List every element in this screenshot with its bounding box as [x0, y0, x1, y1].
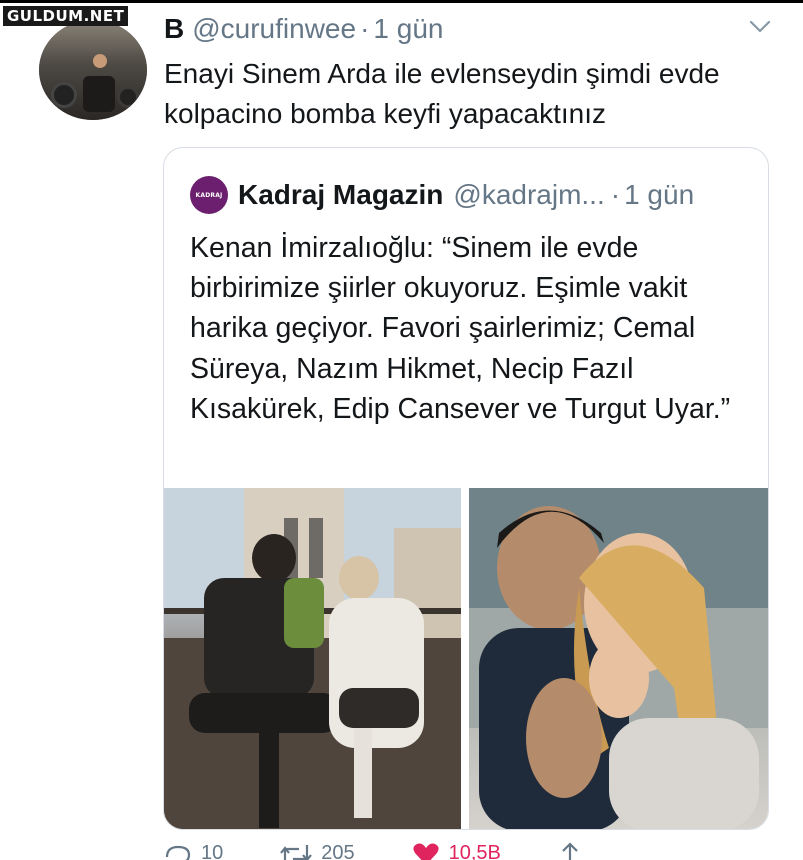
separator: ·	[360, 13, 370, 44]
avatar-figure	[83, 76, 115, 112]
share-button[interactable]	[557, 842, 591, 860]
retweet-icon	[280, 844, 313, 860]
photo-illustration	[469, 488, 768, 829]
tweet-text: Enayi Sinem Arda ile evlenseydin şimdi e…	[164, 58, 720, 129]
quoted-timestamp: 1 gün	[624, 179, 695, 210]
separator: ·	[610, 179, 621, 210]
retweet-button[interactable]: 205	[279, 842, 355, 860]
quoted-text: Kenan İmirzalıoğlu: “Sinem ile evde birb…	[190, 232, 731, 425]
photo-couple-selfie[interactable]	[469, 488, 768, 829]
quoted-tweet[interactable]: KADRAJ Kadraj Magazin @kadrajm... · 1 gü…	[163, 147, 769, 830]
avatar-detail	[117, 86, 139, 108]
retweet-count: 205	[321, 842, 355, 860]
photo-couple-balcony[interactable]	[164, 488, 461, 829]
quoted-header: Kadraj Magazin @kadrajm... · 1 gün	[238, 176, 694, 214]
top-border	[0, 0, 803, 3]
tweet-actions: 10 205 10,5B	[163, 842, 683, 860]
share-icon	[562, 842, 578, 860]
reply-button[interactable]: 10	[163, 842, 223, 860]
photo-illustration	[164, 488, 461, 829]
quoted-handle: @kadrajm...	[453, 179, 605, 210]
chevron-down-icon[interactable]	[748, 18, 772, 36]
avatar-head	[93, 54, 107, 68]
like-button[interactable]: 10,5B	[411, 842, 501, 860]
watermark: GULDUM.NET	[3, 6, 129, 26]
photo-grid	[164, 488, 768, 829]
photo-divider	[461, 488, 469, 829]
reply-count: 10	[201, 842, 224, 860]
like-count: 10,5B	[448, 842, 501, 860]
timestamp[interactable]: 1 gün	[373, 13, 443, 45]
avatar[interactable]	[39, 20, 147, 120]
display-name[interactable]: B	[164, 13, 184, 45]
reply-icon	[165, 845, 191, 860]
quoted-avatar: KADRAJ	[190, 176, 228, 214]
user-handle[interactable]: @curufinwee	[192, 13, 356, 45]
quoted-display-name: Kadraj Magazin	[238, 179, 444, 210]
heart-icon	[413, 843, 439, 860]
tweet-header: B @curufinwee · 1 gün	[164, 12, 443, 46]
avatar-detail	[51, 82, 77, 108]
